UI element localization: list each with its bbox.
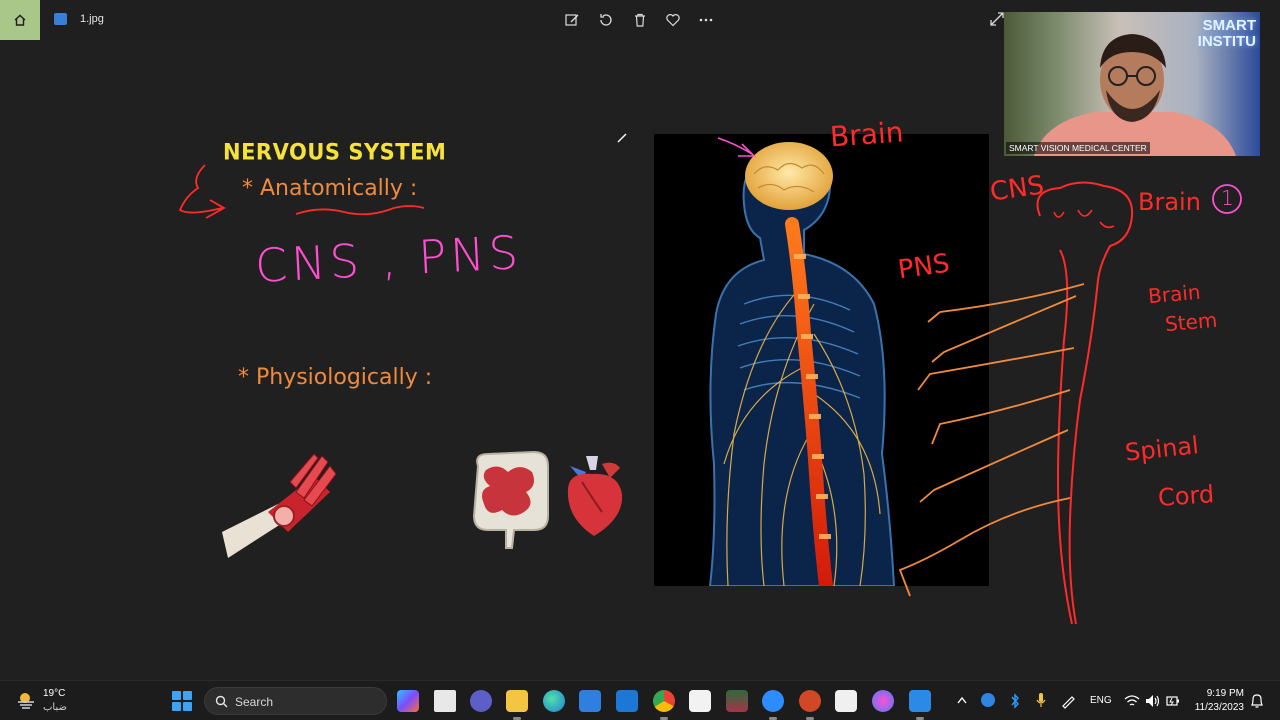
photos-icon[interactable]	[909, 690, 931, 712]
more-options-button[interactable]	[696, 10, 716, 30]
app-icon-flag[interactable]	[726, 690, 748, 712]
favorite-button[interactable]	[663, 10, 683, 30]
ink-brain-label: Brain	[828, 115, 905, 154]
start-button[interactable]	[172, 691, 192, 711]
rotate-icon	[600, 14, 612, 26]
app-icon-white[interactable]	[689, 690, 711, 712]
file-name: 1.jpg	[80, 13, 104, 25]
weather-temperature[interactable]: 19°C	[43, 688, 65, 699]
sign-line-2: INSTITU	[1197, 33, 1256, 50]
snipping-tool-icon[interactable]	[835, 690, 857, 712]
powerpoint-icon[interactable]	[799, 690, 821, 712]
chevron-up-icon[interactable]	[957, 696, 967, 704]
start-tile	[183, 691, 192, 700]
mail-icon[interactable]	[616, 690, 638, 712]
ink-cord-label: Cord	[1157, 480, 1216, 512]
webcam-participant-label: SMART VISION MEDICAL CENTER	[1006, 142, 1150, 154]
search-icon	[215, 695, 228, 708]
start-tile	[172, 691, 181, 700]
input-language[interactable]: ENG	[1090, 695, 1112, 706]
wifi-icon[interactable]	[1124, 694, 1140, 708]
nervous-system-anatomy-image	[654, 134, 989, 586]
battery-icon[interactable]	[1166, 695, 1180, 707]
ink-brain-number: 1	[1221, 186, 1234, 210]
chrome-icon[interactable]	[653, 690, 675, 712]
more-icon	[699, 18, 713, 22]
anatomically-heading: * Anatomically :	[242, 176, 418, 201]
weather-condition[interactable]: ضباب	[43, 702, 67, 713]
home-icon	[14, 14, 26, 26]
start-tile	[172, 702, 181, 711]
ink-brain-stem-label-2: Stem	[1164, 307, 1219, 337]
webcam-video-feed[interactable]: SMART INSTITU SMART VISION MEDICAL CENTE…	[1004, 12, 1260, 156]
physiologically-heading: * Physiologically :	[238, 365, 433, 390]
microsoft-store-icon[interactable]	[579, 690, 601, 712]
windows-taskbar: 19°C ضباب Search ENG 9:19 PM 11/23/2023	[0, 680, 1280, 720]
taskbar-search-box[interactable]: Search	[204, 687, 387, 715]
intestine-illustration	[472, 450, 549, 549]
bluetooth-icon[interactable]	[1010, 693, 1020, 709]
ink-spinal-label: Spinal	[1123, 431, 1200, 467]
ink-brain-label-right: Brain	[1138, 188, 1201, 216]
image-file-icon	[54, 13, 67, 25]
slide-title: NERVOUS SYSTEM	[223, 139, 447, 165]
notification-bell-icon[interactable]	[1250, 693, 1264, 709]
edit-icon	[565, 14, 579, 26]
search-label: Search	[235, 695, 274, 709]
edit-image-button[interactable]	[562, 10, 582, 30]
sign-line-1: SMART	[1202, 17, 1256, 34]
edge-browser-icon[interactable]	[543, 690, 565, 712]
clock-date[interactable]: 11/23/2023	[1186, 702, 1244, 713]
microphone-icon[interactable]	[1036, 692, 1046, 708]
pen-app-icon[interactable]	[872, 690, 894, 712]
heart-organ-illustration	[567, 456, 623, 536]
rotate-button[interactable]	[596, 10, 616, 30]
copilot-app-icon[interactable]	[397, 690, 419, 712]
clock-time[interactable]: 9:19 PM	[1190, 688, 1244, 699]
muscle-fiber-illustration	[222, 453, 337, 558]
defender-tray-icon[interactable]	[981, 693, 995, 707]
zoom-icon[interactable]	[762, 690, 784, 712]
file-explorer-icon[interactable]	[506, 690, 528, 712]
start-tile	[183, 702, 192, 711]
volume-icon[interactable]	[1145, 694, 1161, 708]
ink-brain-stem-label-1: Brain	[1147, 279, 1202, 309]
task-view-icon[interactable]	[434, 690, 456, 712]
heart-icon	[666, 14, 680, 27]
trash-icon	[635, 13, 645, 27]
home-button[interactable]	[0, 0, 40, 40]
ink-cns-pns: CNS , PNS	[253, 225, 524, 293]
webcam-background-sign: SMART INSTITU	[1198, 18, 1256, 50]
teams-chat-icon[interactable]	[470, 690, 492, 712]
weather-fog-icon[interactable]	[16, 690, 36, 710]
ink-cns-label: CNS	[988, 170, 1046, 208]
delete-button[interactable]	[630, 10, 650, 30]
pen-tray-icon[interactable]	[1060, 693, 1076, 709]
